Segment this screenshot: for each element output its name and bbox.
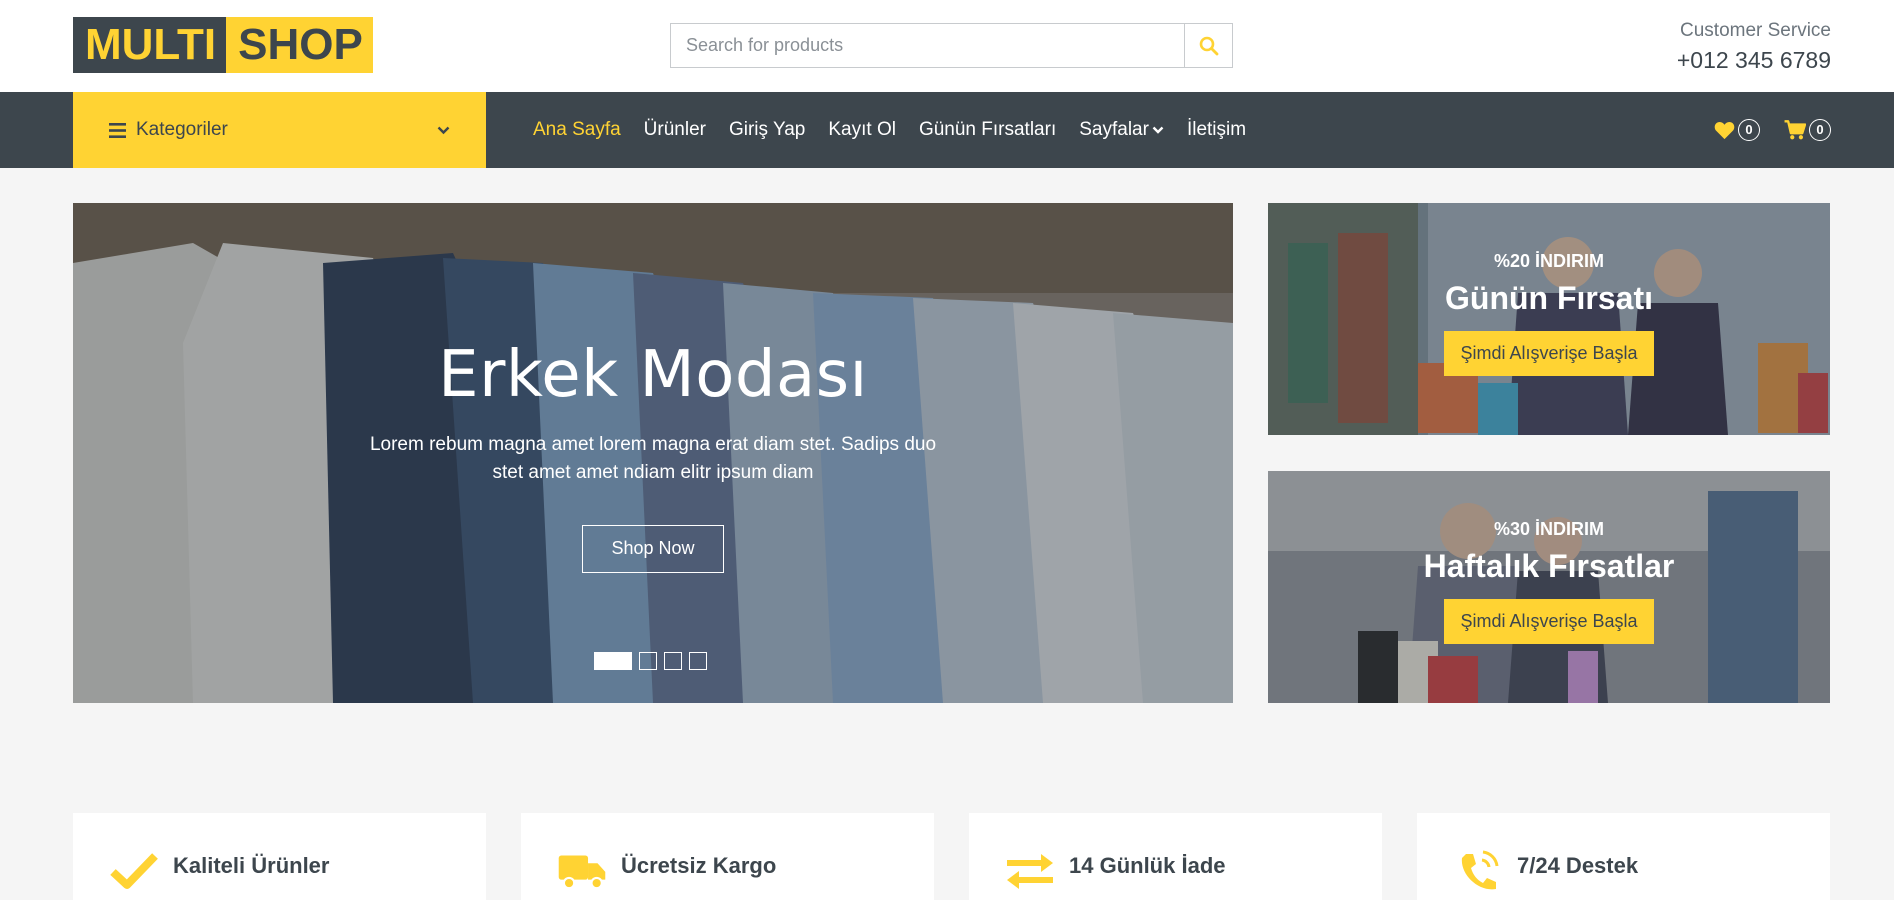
offer-content: %30 İNDIRIM Haftalık Fırsatlar Şimdi Alı… <box>1268 519 1830 644</box>
search-input[interactable] <box>671 24 1184 67</box>
offer-discount: %30 İNDIRIM <box>1493 519 1605 539</box>
customer-service-label: Customer Service <box>1680 20 1831 41</box>
nav-link-login[interactable]: Giriş Yap <box>729 119 805 141</box>
main-navbar: Kategoriler Ana Sayfa Ürünler Giriş Yap … <box>0 92 1894 168</box>
chevron-down-icon <box>437 126 450 134</box>
feature-support: 7/24 Destek <box>1417 813 1830 900</box>
carousel-indicator-4[interactable] <box>689 652 707 670</box>
nav-link-deals[interactable]: Günün Fırsatları <box>919 119 1056 141</box>
search-button[interactable] <box>1184 24 1232 67</box>
cart-icon <box>1784 120 1806 140</box>
cart-button[interactable]: 0 <box>1784 119 1831 141</box>
feature-icon-wrap <box>557 849 607 893</box>
feature-quality: Kaliteli Ürünler <box>73 813 486 900</box>
wishlist-button[interactable]: 0 <box>1714 119 1760 141</box>
carousel-indicator-2[interactable] <box>639 652 657 670</box>
offer-title: Haftalık Fırsatlar <box>1423 548 1675 584</box>
chevron-down-icon <box>1152 126 1164 134</box>
nav-link-home[interactable]: Ana Sayfa <box>533 119 621 141</box>
search-icon <box>1199 36 1218 55</box>
hero-description: Lorem rebum magna amet lorem magna erat … <box>369 434 937 483</box>
bars-icon <box>109 122 126 138</box>
categories-label: Kategoriler <box>136 119 228 140</box>
top-header: MULTI SHOP Customer Service +012 345 678… <box>0 0 1894 92</box>
truck-icon <box>558 855 606 890</box>
site-logo[interactable]: MULTI SHOP <box>73 17 373 73</box>
feature-label: Ücretsiz Kargo <box>621 853 777 878</box>
cart-count-badge: 0 <box>1809 119 1831 141</box>
search-form <box>670 23 1233 68</box>
feature-icon-wrap <box>1005 849 1055 893</box>
exchange-icon <box>1007 854 1053 889</box>
offer-shop-button[interactable]: Şimdi Alışverişe Başla <box>1444 599 1654 644</box>
nav-link-products[interactable]: Ürünler <box>644 119 706 141</box>
nav-link-register[interactable]: Kayıt Ol <box>828 119 896 141</box>
carousel-indicator-1[interactable] <box>594 652 632 670</box>
nav-link-pages-label: Sayfalar <box>1079 119 1149 140</box>
offer-card-daily: %20 İNDIRIM Günün Fırsatı Şimdi Alışveri… <box>1268 203 1830 435</box>
offer-content: %20 İNDIRIM Günün Fırsatı Şimdi Alışveri… <box>1268 251 1830 376</box>
nav-menu: Ana Sayfa Ürünler Giriş Yap Kayıt Ol Gün… <box>533 92 1269 168</box>
feature-free-shipping: Ücretsiz Kargo <box>521 813 934 900</box>
check-icon <box>110 853 158 889</box>
hero-title: Erkek Modası <box>438 338 868 412</box>
shop-now-button[interactable]: Shop Now <box>582 525 724 573</box>
customer-service: Customer Service +012 345 6789 <box>1677 20 1831 74</box>
heart-icon <box>1714 121 1735 139</box>
nav-icons: 0 0 <box>1690 92 1831 168</box>
offer-discount: %20 İNDIRIM <box>1493 251 1605 271</box>
hero-carousel: Erkek Modası Lorem rebum magna amet lore… <box>73 203 1233 703</box>
categories-toggle[interactable]: Kategoriler <box>73 92 486 168</box>
hero-content: Erkek Modası Lorem rebum magna amet lore… <box>73 203 1233 703</box>
feature-icon-wrap <box>109 849 159 893</box>
nav-link-pages[interactable]: Sayfalar <box>1079 119 1164 141</box>
logo-part-shop: SHOP <box>226 17 373 73</box>
wishlist-count-badge: 0 <box>1738 119 1760 141</box>
customer-service-phone[interactable]: +012 345 6789 <box>1677 47 1831 74</box>
carousel-indicator-3[interactable] <box>664 652 682 670</box>
carousel-indicators <box>594 652 714 670</box>
feature-label: Kaliteli Ürünler <box>173 853 330 878</box>
offer-title: Günün Fırsatı <box>1445 280 1653 316</box>
feature-label: 14 Günlük İade <box>1069 853 1226 878</box>
offer-card-weekly: %30 İNDIRIM Haftalık Fırsatlar Şimdi Alı… <box>1268 471 1830 703</box>
logo-part-multi: MULTI <box>73 17 227 73</box>
feature-returns: 14 Günlük İade <box>969 813 1382 900</box>
feature-label: 7/24 Destek <box>1517 853 1639 878</box>
feature-icon-wrap <box>1453 849 1503 893</box>
offer-shop-button[interactable]: Şimdi Alışverişe Başla <box>1444 331 1654 376</box>
phone-icon <box>1461 850 1499 890</box>
nav-link-contact[interactable]: İletişim <box>1187 119 1246 141</box>
